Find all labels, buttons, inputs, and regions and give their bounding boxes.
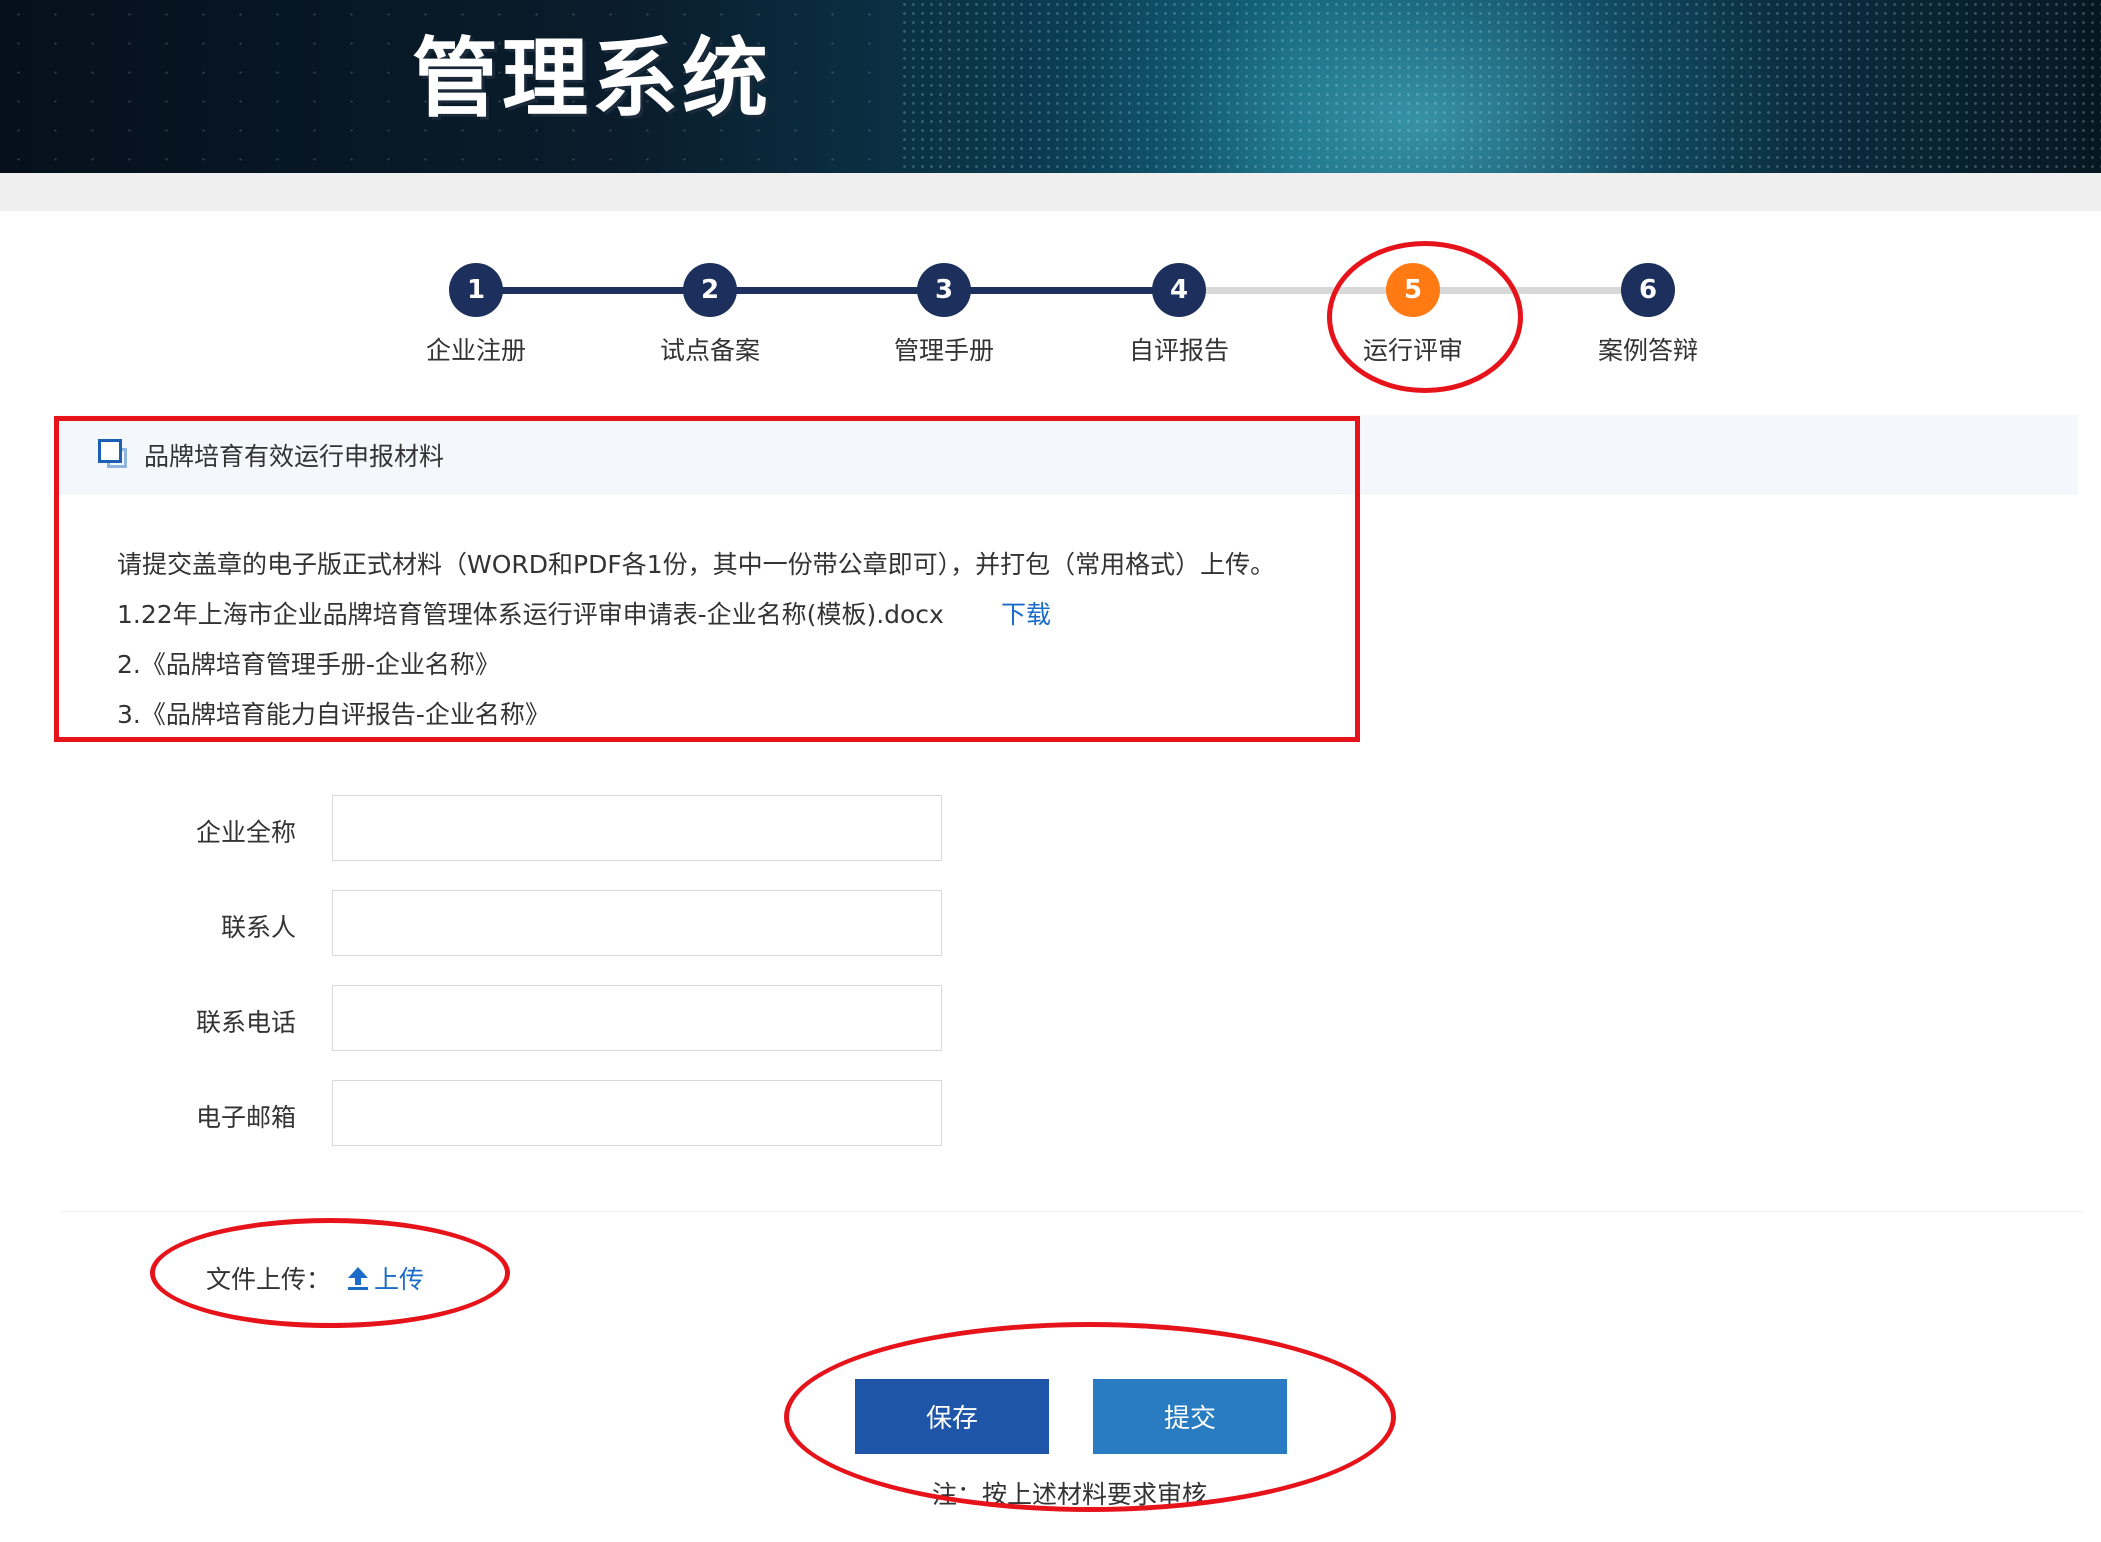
step-number: 2 [683,263,737,317]
company-name-input[interactable] [332,795,942,861]
field-label: 联系人 [220,913,296,942]
window-icon [98,439,127,468]
step-label: 企业注册 [425,336,526,365]
list-item: 1.22年上海市企业品牌培育管理体系运行评审申请表-企业名称(模板).docx … [117,590,1275,640]
contact-phone-row: 联系电话 [0,985,1000,1053]
step-label: 运行评审 [1362,336,1463,365]
upload-label: 文件上传： [206,1265,332,1294]
upload-link[interactable]: 上传 [346,1260,424,1296]
field-label: 电子邮箱 [195,1103,296,1132]
field-label: 企业全称 [195,818,296,847]
step-number: 3 [917,263,971,317]
email-row: 电子邮箱 [0,1080,1000,1148]
list-item: 2.《品牌培育管理手册-企业名称》 [117,650,500,679]
upload-link-label: 上传 [374,1265,425,1294]
step-4[interactable]: 4 自评报告 [1059,250,1299,367]
review-note: 注：按上述材料要求审核 [932,1480,1208,1509]
step-number: 4 [1152,263,1206,317]
contact-phone-input[interactable] [332,985,942,1051]
download-link[interactable]: 下载 [1001,590,1051,640]
header-divider-strip [0,173,2101,211]
materials-panel-header: 品牌培育有效运行申报材料 [58,415,2078,494]
contact-person-row: 联系人 [0,890,1000,958]
materials-instruction: 请提交盖章的电子版正式材料（WORD和PDF各1份，其中一份带公章即可），并打包… [117,550,1276,579]
materials-list: 请提交盖章的电子版正式材料（WORD和PDF各1份，其中一份带公章即可），并打包… [117,540,1275,740]
file-upload-row: 文件上传： 上传 [206,1260,424,1296]
step-label: 案例答辩 [1597,336,1698,365]
progress-stepper: 1 企业注册 2 试点备案 3 管理手册 4 自评报告 5 运行评审 6 案例答… [0,250,2101,380]
submit-button[interactable]: 提交 [1093,1379,1287,1454]
step-3[interactable]: 3 管理手册 [824,250,1064,367]
field-label: 联系电话 [195,1008,296,1037]
step-5-active[interactable]: 5 运行评审 [1293,250,1533,367]
step-number: 1 [449,263,503,317]
panel-title: 品牌培育有效运行申报材料 [144,442,445,471]
step-number: 6 [1621,263,1675,317]
step-6[interactable]: 6 案例答辩 [1528,250,1768,367]
step-2[interactable]: 2 试点备案 [590,250,830,367]
banner-globe-dots [900,0,2101,173]
material-name: 1.22年上海市企业品牌培育管理体系运行评审申请表-企业名称(模板).docx [117,600,944,629]
header-banner: 管理系统 [0,0,2101,173]
list-item: 3.《品牌培育能力自评报告-企业名称》 [117,700,550,729]
step-label: 自评报告 [1128,336,1229,365]
step-label: 管理手册 [893,336,994,365]
email-input[interactable] [332,1080,942,1146]
step-label: 试点备案 [659,336,760,365]
section-divider [62,1211,2082,1212]
window-icon-front [98,439,122,463]
save-button[interactable]: 保存 [855,1379,1049,1454]
step-1[interactable]: 1 企业注册 [356,250,596,367]
company-name-row: 企业全称 [0,795,1000,863]
upload-arrow-icon [348,1267,368,1290]
system-title: 管理系统 [412,29,772,129]
contact-person-input[interactable] [332,890,942,956]
step-number: 5 [1386,263,1440,317]
